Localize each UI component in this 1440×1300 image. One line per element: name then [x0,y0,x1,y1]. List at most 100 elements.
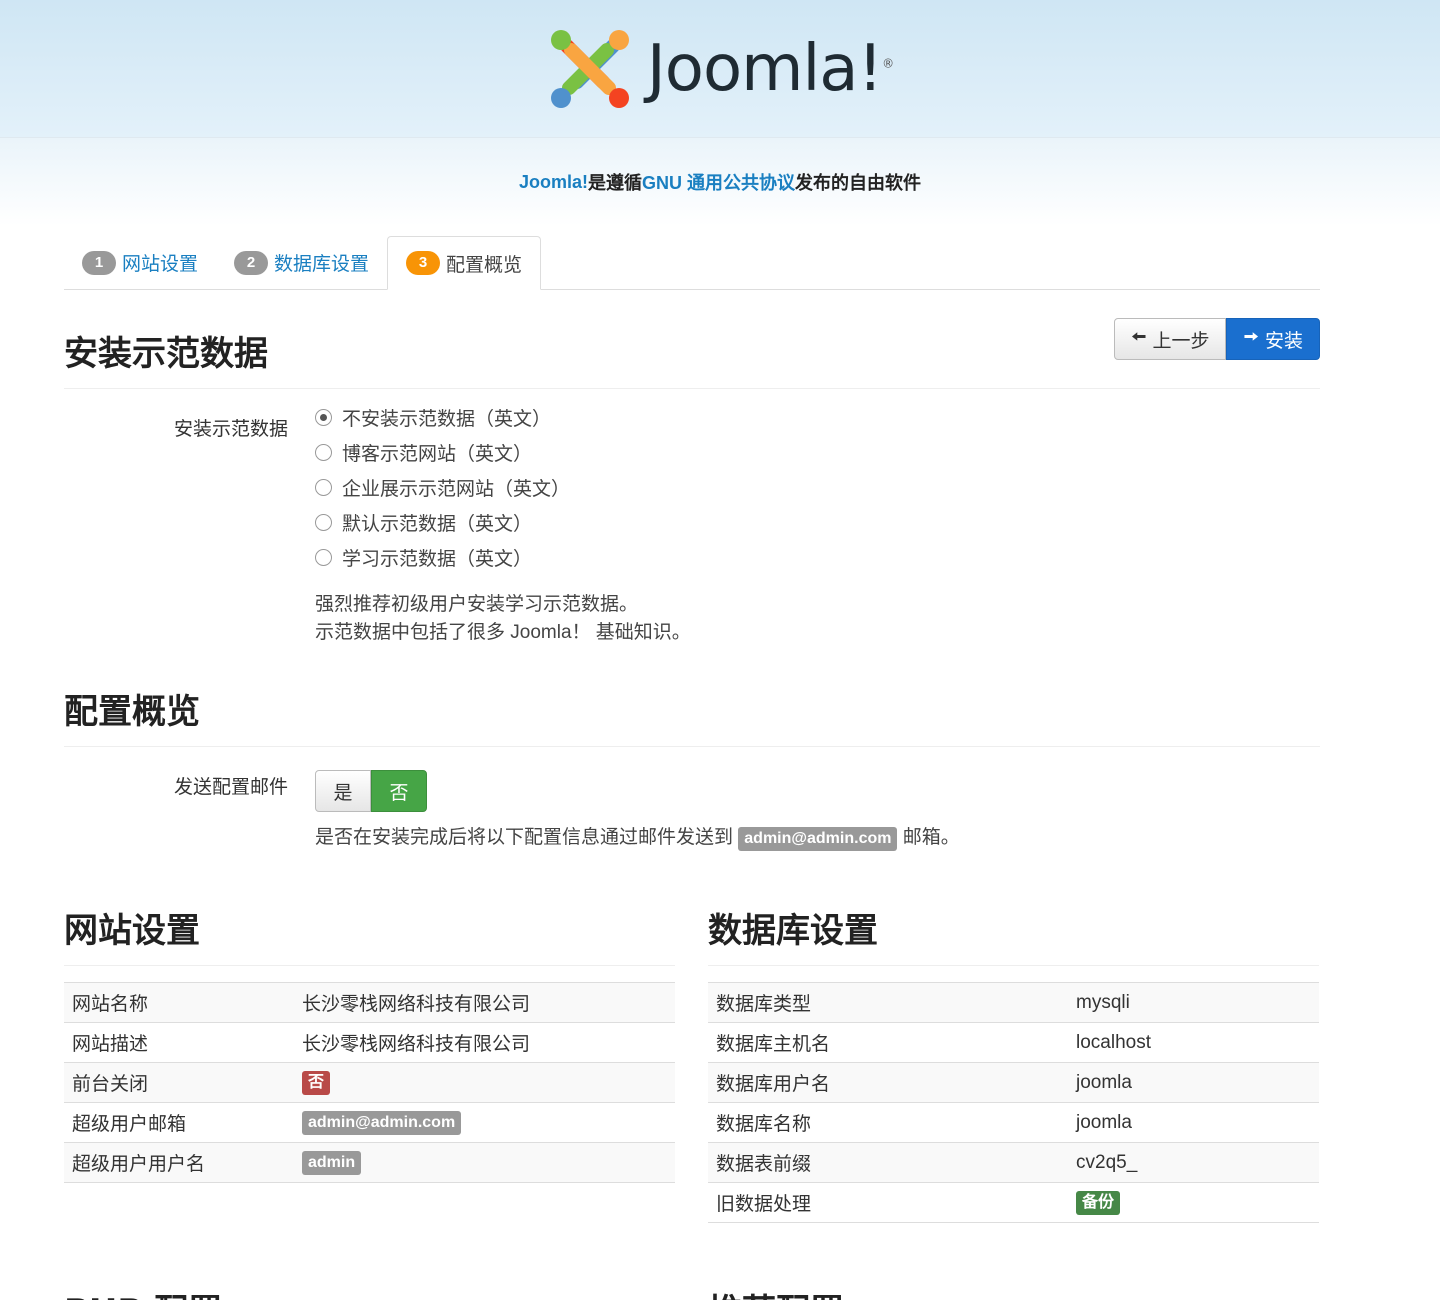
php-settings-heading: PHP 配置 [64,1284,222,1300]
table-row: 数据库用户名 joomla [708,1062,1319,1103]
recommended-settings-heading: 推荐配置 [708,1284,844,1300]
row-value: 否 [294,1062,675,1103]
tagline-text: 是遵循 [588,173,642,193]
row-key: 数据库类型 [708,982,1068,1023]
option-label: 默认示范数据（英文） [342,514,533,535]
gpl-link[interactable]: GNU 通用公共协议 [642,169,795,195]
sample-option-default[interactable]: 默认示范数据（英文） [315,505,691,540]
header: Joomla!® [0,0,1440,138]
row-value: localhost [1068,1022,1319,1063]
row-value: admin [294,1142,675,1183]
divider [708,965,1319,966]
radio[interactable] [315,479,332,496]
email-toggle[interactable]: 是 否 [315,770,960,812]
toggle-yes[interactable]: 是 [315,770,371,812]
arrow-right-icon: 🠪 [1243,327,1259,348]
table-row: 超级用户邮箱 admin@admin.com [64,1102,675,1143]
row-value: 长沙零栈网络科技有限公司 [294,982,675,1023]
tab-label: 配置概览 [446,254,523,276]
send-email-label: 发送配置邮件 [173,777,288,798]
row-value: admin@admin.com [294,1102,675,1143]
row-key: 数据表前缀 [708,1142,1068,1183]
row-value: mysqli [1068,982,1319,1023]
email-address-badge: admin@admin.com [738,827,898,851]
email-help-end: 邮箱。 [897,827,960,848]
joomla-logo-icon [550,29,629,108]
row-key: 前台关闭 [64,1062,294,1103]
tab-label: 网站设置 [122,254,199,275]
sample-data-header: 安装示范数据 🠨 上一步 🠪 安装 [64,318,1320,389]
previous-button[interactable]: 🠨 上一步 [1113,318,1227,360]
sample-option-blog[interactable]: 博客示范网站（英文） [315,435,691,470]
tab-site-settings[interactable]: 1 网站设置 [64,236,216,289]
row-value: cv2q5_ [1068,1142,1319,1183]
step-badge: 2 [234,250,269,275]
sample-data-form: 安装示范数据 不安装示范数据（英文） 博客示范网站（英文） 企业展示示范网站（英… [64,400,1320,660]
table-row: 数据库类型 mysqli [708,982,1319,1023]
step-tabs: 1 网站设置 2 数据库设置 3 配置概览 [64,236,1320,290]
email-help: 是否在安装完成后将以下配置信息通过邮件发送到 admin@admin.com 邮… [315,824,960,852]
radio-checked[interactable] [315,409,332,426]
table-row: 数据库名称 joomla [708,1102,1319,1143]
status-badge: 否 [302,1070,331,1095]
overview-heading: 配置概览 [64,692,200,732]
row-value: 备份 [1068,1182,1319,1223]
sample-option-brochure[interactable]: 企业展示示范网站（英文） [315,470,691,505]
row-key: 数据库主机名 [708,1022,1068,1063]
row-key: 旧数据处理 [708,1182,1068,1223]
step-badge: 1 [82,250,116,275]
option-label: 不安装示范数据（英文） [342,409,552,430]
divider [64,746,1320,747]
row-key: 网站名称 [64,982,294,1023]
tab-label: 数据库设置 [274,254,370,275]
help-line: 示范数据中包括了很多 Joomla！ 基础知识。 [315,622,691,643]
row-key: 超级用户邮箱 [64,1102,294,1143]
table-row: 网站描述 长沙零栈网络科技有限公司 [64,1022,675,1063]
table-row: 超级用户用户名 admin [64,1142,675,1183]
table-row: 旧数据处理 备份 [708,1182,1319,1223]
radio[interactable] [315,444,332,461]
arrow-left-icon: 🠨 [1130,327,1147,348]
row-key: 数据库用户名 [708,1062,1068,1103]
row-value: joomla [1068,1102,1319,1143]
radio[interactable] [315,549,332,566]
nav-button-group: 🠨 上一步 🠪 安装 [1113,318,1320,360]
status-badge: 备份 [1076,1190,1121,1215]
option-label: 学习示范数据（英文） [342,549,533,570]
sample-data-heading: 安装示范数据 [64,334,268,374]
row-key: 数据库名称 [708,1102,1068,1143]
tab-overview[interactable]: 3 配置概览 [387,236,542,290]
divider [64,965,675,966]
db-settings-heading: 数据库设置 [708,911,878,951]
sample-option-learn[interactable]: 学习示范数据（英文） [315,540,691,575]
email-toggle-wrap: 是 否 是否在安装完成后将以下配置信息通过邮件发送到 admin@admin.c… [315,770,960,852]
row-value: joomla [1068,1062,1319,1103]
site-settings-table: 网站名称 长沙零栈网络科技有限公司 网站描述 长沙零栈网络科技有限公司 前台关闭否 … [64,982,675,1183]
joomla-logo[interactable]: Joomla!® [547,26,894,112]
joomla-link[interactable]: Joomla! [519,172,588,193]
table-row: 数据库主机名 localhost [708,1022,1319,1063]
table-row: 网站名称 长沙零栈网络科技有限公司 [64,982,675,1023]
previous-label: 上一步 [1152,330,1210,352]
help-line: 强烈推荐初级用户安装学习示范数据。 [315,594,639,615]
sample-data-label: 安装示范数据 [173,419,288,440]
table-row: 前台关闭否 [64,1062,675,1103]
radio[interactable] [315,514,332,531]
toggle-no[interactable]: 否 [371,770,427,812]
row-value: 长沙零栈网络科技有限公司 [294,1022,675,1063]
option-label: 博客示范网站（英文） [342,444,533,465]
row-key: 超级用户用户名 [64,1142,294,1183]
sample-data-options: 不安装示范数据（英文） 博客示范网站（英文） 企业展示示范网站（英文） 默认示范… [315,400,691,647]
site-settings-heading: 网站设置 [64,911,200,951]
license-tagline: Joomla! 是遵循 GNU 通用公共协议 发布的自由软件 [0,138,1440,226]
tab-database-settings[interactable]: 2 数据库设置 [216,236,387,289]
email-config-form: 发送配置邮件 是 否 是否在安装完成后将以下配置信息通过邮件发送到 admin@… [64,770,1320,860]
row-key: 网站描述 [64,1022,294,1063]
sample-option-none[interactable]: 不安装示范数据（英文） [315,400,691,435]
install-button[interactable]: 🠪 安装 [1226,318,1320,360]
logo-wordmark: Joomla!® [646,31,894,106]
table-row: 数据表前缀 cv2q5_ [708,1142,1319,1183]
email-help-text: 是否在安装完成后将以下配置信息通过邮件发送到 [315,827,739,848]
step-badge: 3 [406,251,441,275]
db-settings-table: 数据库类型 mysqli 数据库主机名 localhost 数据库用户名 joomla… [708,982,1319,1223]
